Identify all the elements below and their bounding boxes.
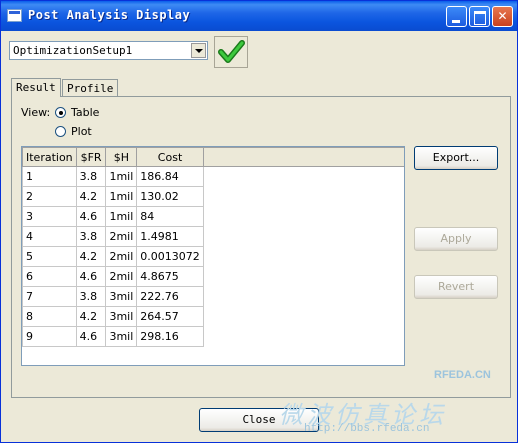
column-header-iteration[interactable]: Iteration [22, 147, 77, 167]
setup-dropdown-value: OptimizationSetup1 [13, 44, 133, 57]
table-cell: 0.0013072 [136, 246, 204, 267]
setup-dropdown[interactable]: OptimizationSetup1 [9, 41, 208, 60]
chevron-down-icon[interactable] [191, 43, 206, 58]
table-cell: 186.84 [136, 166, 204, 187]
table-cell: 3.8 [75, 286, 107, 307]
export-button[interactable]: Export... [414, 146, 498, 170]
apply-button[interactable]: Apply [414, 227, 498, 251]
radio-plot[interactable] [55, 126, 66, 137]
title-bar[interactable]: Post Analysis Display ✕ [1, 1, 517, 31]
table-cell: 1 [22, 166, 77, 187]
radio-table[interactable] [55, 107, 66, 118]
table-cell: 5 [22, 246, 77, 267]
table-cell: 264.57 [136, 306, 204, 327]
table-cell: 3mil [105, 306, 138, 327]
table-cell: 130.02 [136, 186, 204, 207]
tab-profile[interactable]: Profile [62, 79, 119, 97]
check-icon [218, 40, 245, 63]
column-header-empty [202, 147, 404, 167]
revert-button[interactable]: Revert [414, 275, 498, 299]
table-row[interactable]: 5 4.2 2mil 0.0013072 [22, 246, 405, 267]
table-header-row: Iteration $FR $H Cost [22, 147, 404, 167]
table-cell: 3.8 [75, 226, 107, 247]
table-cell: 8 [22, 306, 77, 327]
table-cell: 6 [22, 266, 77, 287]
apply-setup-button[interactable] [214, 36, 248, 68]
close-icon[interactable]: ✕ [492, 6, 513, 27]
table-cell: 3.8 [75, 166, 107, 187]
table-row[interactable]: 2 4.2 1mil 130.02 [22, 186, 405, 207]
radio-table-label: Table [71, 106, 100, 119]
table-row[interactable]: 6 4.6 2mil 4.8675 [22, 266, 405, 287]
results-table[interactable]: Iteration $FR $H Cost 1 3.8 1mil 186.84 … [21, 146, 405, 366]
table-cell: 298.16 [136, 326, 204, 347]
table-cell: 4.6 [75, 266, 107, 287]
table-row[interactable]: 9 4.6 3mil 298.16 [22, 326, 405, 347]
maximize-icon[interactable] [469, 6, 490, 27]
table-cell: 222.76 [136, 286, 204, 307]
table-cell: 1mil [105, 166, 138, 187]
table-cell: 4.6 [75, 206, 107, 227]
table-row[interactable]: 3 4.6 1mil 84 [22, 206, 405, 227]
watermark-url: http://bbs.rfeda.cn [304, 423, 430, 435]
table-cell: 3 [22, 206, 77, 227]
table-cell: 1mil [105, 206, 138, 227]
table-cell: 4.2 [75, 186, 107, 207]
post-analysis-window: Post Analysis Display ✕ OptimizationSetu… [0, 0, 518, 443]
radio-plot-label: Plot [71, 125, 92, 138]
table-cell: 9 [22, 326, 77, 347]
table-cell: 3mil [105, 286, 138, 307]
table-row[interactable]: 4 3.8 2mil 1.4981 [22, 226, 405, 247]
table-cell: 2mil [105, 226, 138, 247]
table-cell: 4.2 [75, 306, 107, 327]
column-header-h[interactable]: $H [105, 147, 138, 167]
column-header-cost[interactable]: Cost [136, 147, 204, 167]
table-cell: 4.2 [75, 246, 107, 267]
table-cell: 4 [22, 226, 77, 247]
table-cell: 2 [22, 186, 77, 207]
tab-result[interactable]: Result [11, 78, 61, 97]
window-icon [7, 9, 22, 22]
column-header-fr[interactable]: $FR [75, 147, 107, 167]
minimize-icon[interactable] [446, 6, 467, 27]
table-row[interactable]: 8 4.2 3mil 264.57 [22, 306, 405, 327]
table-cell: 4.6 [75, 326, 107, 347]
table-cell: 7 [22, 286, 77, 307]
table-cell: 1mil [105, 186, 138, 207]
table-row[interactable]: 7 3.8 3mil 222.76 [22, 286, 405, 307]
table-cell: 2mil [105, 246, 138, 267]
table-row[interactable]: 1 3.8 1mil 186.84 [22, 166, 405, 187]
watermark-brand: RFEDA.CN [434, 369, 491, 381]
view-label: View: [21, 106, 51, 119]
table-cell: 1.4981 [136, 226, 204, 247]
table-cell: 84 [136, 206, 204, 227]
window-title: Post Analysis Display [28, 8, 191, 22]
table-cell: 4.8675 [136, 266, 204, 287]
table-cell: 2mil [105, 266, 138, 287]
table-cell: 3mil [105, 326, 138, 347]
